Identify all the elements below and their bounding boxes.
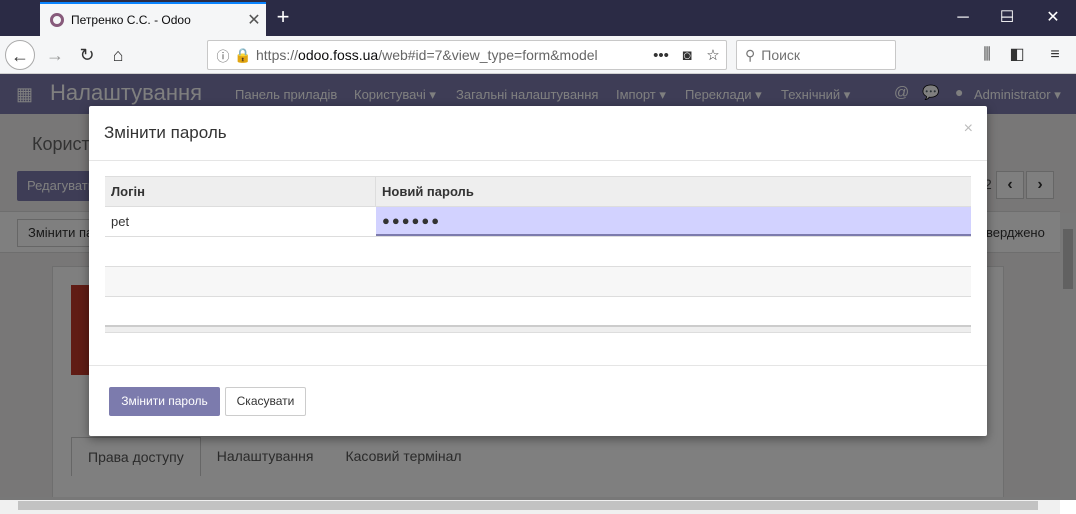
browser-titlebar: Петренко С.С. - Odoo ✕ + ─ ─ ☐ ✕ (0, 0, 1076, 36)
home-button[interactable]: ⌂ (103, 40, 133, 70)
column-login[interactable]: Логін (105, 177, 376, 206)
login-cell: pet (111, 214, 130, 229)
password-table: Логін Новий пароль pet ●●●●●● (105, 176, 971, 333)
table-header: Логін Новий пароль (105, 176, 971, 207)
dialog-header: Змінити пароль × (89, 106, 987, 161)
column-new-password[interactable]: Новий пароль (376, 177, 971, 206)
change-password-dialog: Змінити пароль × Логін Новий пароль pet … (89, 106, 987, 436)
library-icon[interactable]: ⫼ (972, 40, 1002, 70)
dialog-title: Змінити пароль (104, 123, 227, 142)
minimize-window-button[interactable]: ─ (940, 0, 986, 36)
new-tab-button[interactable]: + (270, 4, 296, 30)
page-actions-icon[interactable]: ••• (648, 47, 674, 64)
maximize-window-button[interactable]: ☐ (984, 0, 1030, 36)
bookmark-star-icon[interactable]: ☆ (700, 46, 726, 64)
forward-button[interactable]: → (40, 40, 70, 70)
back-button[interactable]: ← (5, 40, 35, 70)
change-password-button[interactable]: Змінити пароль (109, 387, 220, 416)
table-row[interactable]: pet ●●●●●● (105, 207, 971, 237)
search-field[interactable]: ⚲ Поиск (736, 40, 896, 70)
info-icon[interactable]: ⓘ (212, 46, 234, 65)
close-tab-icon[interactable]: ✕ (242, 10, 266, 30)
search-icon: ⚲ (745, 46, 756, 63)
cancel-button[interactable]: Скасувати (225, 387, 306, 416)
search-placeholder: Поиск (761, 47, 801, 63)
close-window-button[interactable]: ✕ (1030, 0, 1076, 36)
empty-row (105, 267, 971, 297)
browser-toolbar: ← → ↻ ⌂ ⓘ 🔒 https://odoo.foss.ua/web#id=… (0, 36, 1076, 74)
url-text[interactable]: https://odoo.foss.ua/web#id=7&view_type=… (252, 47, 648, 63)
odoo-favicon-icon (50, 13, 64, 27)
browser-tab[interactable]: Петренко С.С. - Odoo ✕ (40, 2, 266, 36)
lock-icon: 🔒 (234, 46, 252, 63)
dialog-footer: Змінити пароль Скасувати (89, 365, 987, 436)
tab-title: Петренко С.С. - Odoo (71, 13, 191, 27)
menu-icon[interactable]: ≡ (1040, 40, 1070, 70)
sidebar-icon[interactable]: ◧ (1002, 40, 1032, 70)
table-footer (105, 325, 971, 333)
pocket-icon[interactable]: ◙ (674, 47, 700, 64)
close-icon[interactable]: × (964, 120, 973, 138)
reload-button[interactable]: ↻ (72, 40, 102, 70)
url-bar[interactable]: ⓘ 🔒 https://odoo.foss.ua/web#id=7&view_t… (207, 40, 727, 70)
empty-row (105, 237, 971, 267)
new-password-input[interactable]: ●●●●●● (376, 207, 971, 236)
